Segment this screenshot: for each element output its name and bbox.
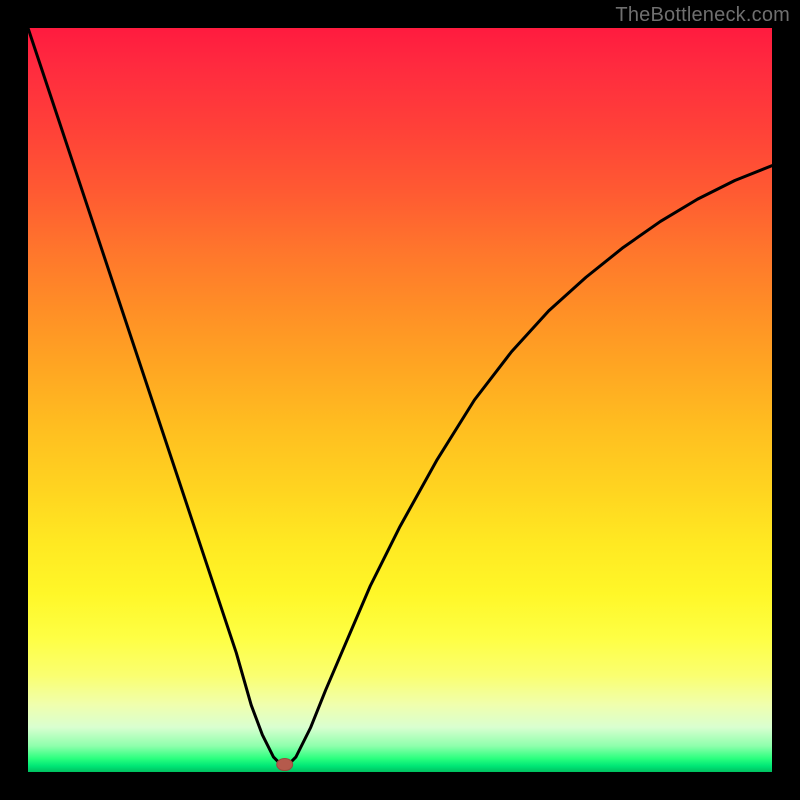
curve-layer [28, 28, 772, 772]
plot-area [28, 28, 772, 772]
watermark-text: TheBottleneck.com [615, 4, 790, 27]
chart-frame: TheBottleneck.com [0, 0, 800, 800]
bottleneck-curve [28, 28, 772, 768]
optimum-marker [277, 759, 293, 771]
